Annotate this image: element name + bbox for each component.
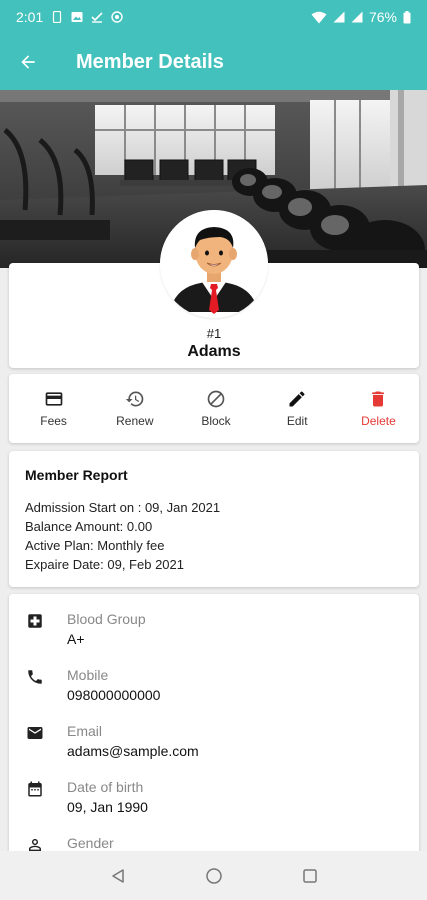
back-button[interactable] (0, 34, 56, 90)
balance-amount-line: Balance Amount: 0.00 (25, 519, 153, 534)
nav-home-button[interactable] (204, 866, 224, 886)
phone-icon (28, 670, 42, 684)
sim-icon (53, 11, 62, 23)
wifi-icon (311, 11, 327, 23)
member-name: Adams (187, 343, 241, 360)
mail-icon (27, 727, 43, 739)
report-title: Member Report (25, 467, 128, 483)
renew-button[interactable]: Renew (94, 374, 175, 443)
square-recents-icon (302, 868, 317, 883)
status-bar: 2:01 76% (0, 0, 427, 34)
blood-group-value: A+ (67, 631, 85, 647)
app-bar: Member Details (0, 34, 427, 90)
date-of-birth-value: 09, Jan 1990 (67, 799, 148, 815)
delete-button[interactable]: Delete (338, 374, 419, 443)
status-notification-icons (51, 11, 123, 23)
avatar-illustration (160, 210, 268, 318)
fees-label: Fees (40, 414, 67, 428)
gender-label: Gender (67, 835, 114, 851)
block-icon (207, 390, 225, 408)
expire-date-line: Expaire Date: 09, Feb 2021 (25, 557, 184, 572)
credit-card-icon (45, 392, 62, 406)
email-label: Email (67, 723, 103, 739)
renew-label: Renew (116, 414, 154, 428)
system-navigation-bar (0, 851, 427, 900)
status-system-icons: 76% (311, 9, 411, 25)
member-report-card: Member Report Admission Start on : 09, J… (9, 451, 419, 587)
medical-cross-icon (28, 614, 42, 628)
block-label: Block (201, 414, 231, 428)
arrow-left-icon (21, 55, 35, 69)
circle-home-icon (205, 867, 222, 884)
actions-card: Fees Renew Block Edit Delete (9, 374, 419, 443)
mobile-label: Mobile (67, 667, 109, 683)
pencil-icon (289, 391, 305, 407)
member-number: #1 (206, 326, 222, 341)
signal-icon (333, 11, 345, 23)
date-of-birth-label: Date of birth (67, 779, 144, 795)
signal-icon-2 (351, 11, 363, 23)
sync-icon (111, 11, 123, 23)
delete-label: Delete (361, 414, 396, 428)
email-row[interactable]: Email adams@sample.com (9, 722, 419, 778)
history-icon (125, 391, 144, 407)
fees-button[interactable]: Fees (13, 374, 94, 443)
mobile-value: 098000000000 (67, 687, 161, 703)
nav-recents-button[interactable] (300, 866, 320, 886)
blood-group-label: Blood Group (67, 611, 146, 627)
battery-percent: 76% (368, 9, 397, 25)
active-plan-line: Active Plan: Monthly fee (25, 538, 165, 553)
nav-back-button[interactable] (108, 866, 128, 886)
blood-group-row: Blood Group A+ (9, 610, 419, 666)
triangle-back-icon (111, 868, 124, 883)
edit-label: Edit (286, 414, 308, 428)
page-title: Member Details (76, 50, 224, 73)
date-of-birth-row: Date of birth 09, Jan 1990 (9, 778, 419, 834)
status-time: 2:01 (16, 9, 44, 25)
battery-icon (403, 10, 411, 23)
calendar-icon (28, 781, 42, 797)
email-value: adams@sample.com (67, 743, 199, 759)
trash-icon (372, 391, 385, 407)
member-details-card: Blood Group A+ Mobile 098000000000 Email… (9, 594, 419, 859)
block-button[interactable]: Block (175, 374, 256, 443)
avatar[interactable] (160, 210, 268, 318)
image-icon (71, 12, 83, 22)
edit-button[interactable]: Edit (257, 374, 338, 443)
download-done-icon (91, 12, 103, 23)
admission-start-line: Admission Start on : 09, Jan 2021 (25, 500, 221, 515)
mobile-row[interactable]: Mobile 098000000000 (9, 666, 419, 722)
